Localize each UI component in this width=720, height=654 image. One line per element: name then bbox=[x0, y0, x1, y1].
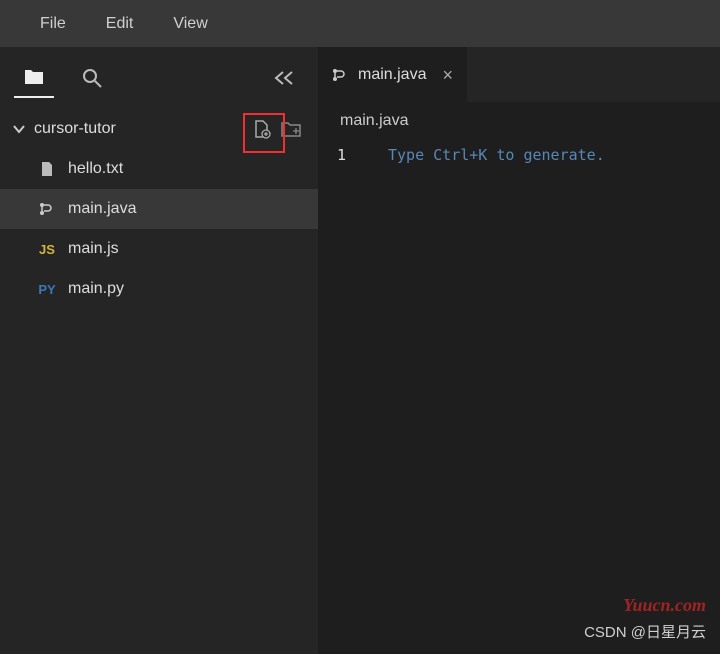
watermark-credit: CSDN @日星月云 bbox=[584, 621, 706, 642]
file-name: hello.txt bbox=[68, 160, 123, 178]
java-icon bbox=[38, 201, 56, 217]
file-icon bbox=[38, 161, 56, 177]
js-icon: JS bbox=[38, 242, 56, 257]
file-list: hello.txt main.java JS main.js PY main.p… bbox=[0, 149, 318, 654]
py-icon: PY bbox=[38, 282, 56, 297]
search-icon[interactable] bbox=[72, 58, 112, 98]
close-icon[interactable]: × bbox=[442, 65, 453, 86]
editor-pane: main.java × main.java 1 Type Ctrl+K to g… bbox=[318, 47, 720, 654]
collapse-sidebar-icon[interactable] bbox=[264, 58, 304, 98]
code-area[interactable]: 1 Type Ctrl+K to generate. bbox=[318, 140, 720, 164]
tab-label: main.java bbox=[358, 66, 426, 84]
file-name: main.js bbox=[68, 240, 119, 258]
tab-bar: main.java × bbox=[318, 47, 720, 102]
java-icon bbox=[332, 67, 348, 83]
menu-file[interactable]: File bbox=[30, 11, 76, 37]
folder-name: cursor-tutor bbox=[34, 120, 116, 138]
sidebar: cursor-tutor hello.txt bbox=[0, 47, 318, 654]
tab-main-java[interactable]: main.java × bbox=[318, 47, 467, 102]
line-number: 1 bbox=[318, 146, 360, 164]
menu-view[interactable]: View bbox=[163, 11, 217, 37]
file-name: main.java bbox=[68, 200, 136, 218]
file-item-main-py[interactable]: PY main.py bbox=[0, 269, 318, 309]
highlight-annotation bbox=[243, 113, 285, 153]
watermark-site: Yuucn.com bbox=[623, 595, 706, 616]
folder-header[interactable]: cursor-tutor bbox=[0, 109, 318, 149]
file-item-main-js[interactable]: JS main.js bbox=[0, 229, 318, 269]
menu-edit[interactable]: Edit bbox=[96, 11, 144, 37]
explorer-icon[interactable] bbox=[14, 58, 54, 98]
file-item-main-java[interactable]: main.java bbox=[0, 189, 318, 229]
file-name: main.py bbox=[68, 280, 124, 298]
breadcrumb[interactable]: main.java bbox=[318, 102, 720, 140]
file-item-hello[interactable]: hello.txt bbox=[0, 149, 318, 189]
menubar: File Edit View bbox=[0, 0, 720, 47]
chevron-down-icon bbox=[12, 122, 26, 136]
editor-placeholder: Type Ctrl+K to generate. bbox=[360, 146, 605, 164]
